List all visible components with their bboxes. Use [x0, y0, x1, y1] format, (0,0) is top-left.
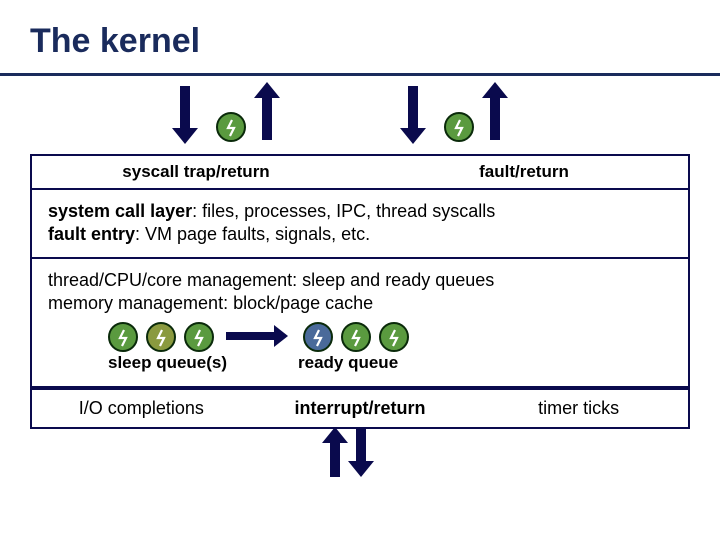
syscall-layer-label: system call layer — [48, 201, 192, 221]
kernel-box: syscall trap/return fault/return system … — [30, 154, 690, 429]
slide-title: The kernel — [0, 0, 720, 73]
arrow-right-icon — [226, 332, 276, 340]
fault-entry-label: fault entry — [48, 224, 135, 244]
footer-row: I/O completions interrupt/return timer t… — [32, 388, 688, 427]
thread-mgmt-text: : sleep and ready queues — [292, 270, 494, 290]
syscall-layer-text: : files, processes, IPC, thread syscalls — [192, 201, 495, 221]
header-syscall: syscall trap/return — [32, 156, 360, 188]
timer-ticks-label: timer ticks — [469, 398, 688, 419]
arrow-down-icon — [408, 86, 418, 130]
fault-entry-text: : VM page faults, signals, etc. — [135, 224, 370, 244]
arrow-down-icon — [356, 427, 366, 463]
interrupt-return-label: interrupt/return — [251, 398, 470, 419]
queue-row: sleep queue(s) ready queue — [48, 316, 672, 376]
arrow-down-icon — [180, 86, 190, 130]
syscall-layer-row: system call layer: files, processes, IPC… — [32, 190, 688, 259]
mem-mgmt-text: : block/page cache — [223, 293, 373, 313]
thread-mgmt-label: thread/CPU/core management — [48, 270, 292, 290]
thread-token-icon — [146, 322, 176, 352]
title-underline — [0, 73, 720, 76]
arrow-up-icon — [490, 96, 500, 140]
io-completions-label: I/O completions — [32, 398, 251, 419]
top-arrow-row — [0, 86, 720, 154]
sleep-queue-label: sleep queue(s) — [108, 352, 227, 374]
management-row: thread/CPU/core management: sleep and re… — [32, 259, 688, 388]
arrow-up-icon — [262, 96, 272, 140]
thread-token-icon — [184, 322, 214, 352]
ready-queue-label: ready queue — [298, 352, 398, 374]
mem-mgmt-label: memory management — [48, 293, 223, 313]
header-row: syscall trap/return fault/return — [32, 156, 688, 190]
header-fault: fault/return — [360, 156, 688, 188]
thread-token-icon — [303, 322, 333, 352]
thread-token-icon — [108, 322, 138, 352]
thread-token-icon — [216, 112, 246, 142]
arrow-up-icon — [330, 441, 340, 477]
bottom-arrow-row — [0, 429, 720, 485]
thread-token-icon — [379, 322, 409, 352]
thread-token-icon — [444, 112, 474, 142]
thread-token-icon — [341, 322, 371, 352]
